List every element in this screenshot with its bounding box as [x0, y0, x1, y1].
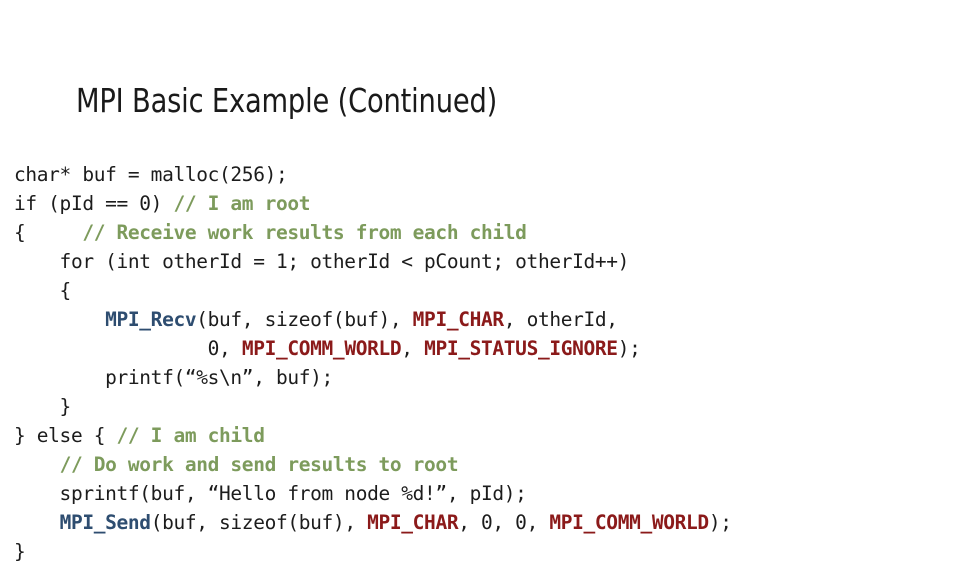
code-block: char* buf = malloc(256); if (pId == 0) //… — [14, 160, 954, 566]
code-line: 0, MPI_COMM_WORLD, MPI_STATUS_IGNORE); — [14, 334, 954, 363]
code-line: printf(“%s\n”, buf); — [14, 363, 954, 392]
code-line: } — [14, 392, 954, 421]
code-token-function: MPI_Recv — [105, 307, 197, 331]
code-token-constant: MPI_CHAR — [412, 307, 504, 331]
code-token-comment: // Do work and send results to root — [59, 452, 459, 476]
code-token-plain: sprintf(buf, “Hello from node %d!”, pId)… — [14, 481, 527, 505]
code-token-function: MPI_Send — [59, 510, 151, 534]
code-token-plain: if (pId == 0) — [14, 191, 174, 215]
code-line: MPI_Send(buf, sizeof(buf), MPI_CHAR, 0, … — [14, 508, 954, 537]
code-token-plain: { — [14, 278, 72, 302]
code-token-plain: } else { — [14, 423, 117, 447]
code-token-plain: 0, — [14, 336, 242, 360]
code-token-plain: , 0, 0, — [458, 510, 550, 534]
code-line: { // Receive work results from each chil… — [14, 218, 954, 247]
code-line: // Do work and send results to root — [14, 450, 954, 479]
code-token-plain: char* buf = malloc(256); — [14, 162, 288, 186]
code-token-comment: // Receive work results from each child — [82, 220, 527, 244]
code-token-plain: for (int otherId = 1; otherId < pCount; … — [14, 249, 630, 273]
code-line: if (pId == 0) // I am root — [14, 189, 954, 218]
code-line: for (int otherId = 1; otherId < pCount; … — [14, 247, 954, 276]
code-token-constant: MPI_COMM_WORLD — [549, 510, 709, 534]
code-token-comment: // I am child — [116, 423, 265, 447]
code-token-plain: { — [14, 220, 83, 244]
code-token-plain: (buf, sizeof(buf), — [150, 510, 368, 534]
code-line: MPI_Recv(buf, sizeof(buf), MPI_CHAR, oth… — [14, 305, 954, 334]
code-line: } else { // I am child — [14, 421, 954, 450]
code-line: sprintf(buf, “Hello from node %d!”, pId)… — [14, 479, 954, 508]
code-token-constant: MPI_STATUS_IGNORE — [424, 336, 618, 360]
code-token-plain: , otherId, — [503, 307, 618, 331]
code-token-plain: ); — [708, 510, 732, 534]
code-token-comment: // I am root — [173, 191, 311, 215]
code-token-plain: } — [14, 394, 72, 418]
code-token-plain: (buf, sizeof(buf), — [196, 307, 413, 331]
code-line: char* buf = malloc(256); — [14, 160, 954, 189]
page-title: MPI Basic Example (Continued) — [76, 81, 498, 121]
code-line: { — [14, 276, 954, 305]
code-token-plain: printf(“%s\n”, buf); — [14, 365, 333, 389]
code-token-plain: } — [14, 539, 26, 563]
code-token-constant: MPI_COMM_WORLD — [241, 336, 402, 360]
code-token-plain: , — [401, 336, 425, 360]
code-token-plain: ); — [617, 336, 641, 360]
slide-canvas: MPI Basic Example (Continued) char* buf … — [0, 0, 960, 563]
code-line: } — [14, 537, 954, 566]
code-token-constant: MPI_CHAR — [367, 510, 459, 534]
